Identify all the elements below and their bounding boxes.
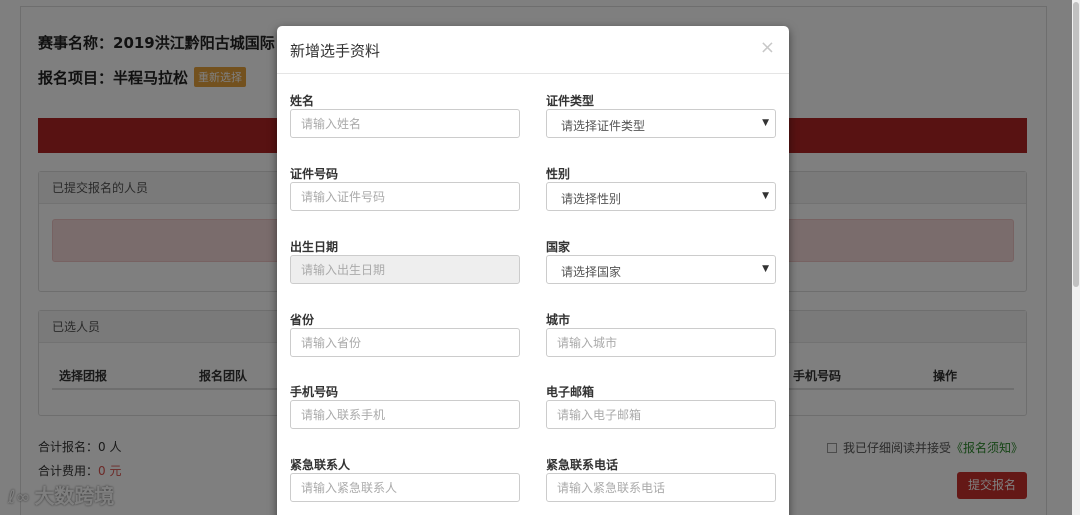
phone-field-group: 手机号码 (290, 385, 520, 429)
city-field-group: 城市 (546, 313, 776, 357)
email-input[interactable] (546, 400, 776, 429)
id-type-select[interactable]: 请选择证件类型 ▼ (546, 109, 776, 138)
birth-date-input[interactable] (290, 255, 520, 284)
id-type-field-group: 证件类型 请选择证件类型 ▼ (546, 94, 776, 138)
caret-down-icon: ▼ (762, 264, 769, 274)
add-player-modal: 新增选手资料 × 姓名 证件类型 请选择证件类型 ▼ 证件号码 性别 请选择性别… (277, 26, 789, 515)
emergency-contact-input[interactable] (290, 473, 520, 502)
id-number-label: 证件号码 (290, 167, 339, 181)
name-input[interactable] (290, 109, 520, 138)
id-number-input[interactable] (290, 182, 520, 211)
email-label: 电子邮箱 (546, 385, 595, 399)
country-selected: 请选择国家 (561, 265, 622, 279)
province-input[interactable] (290, 328, 520, 357)
close-icon[interactable]: × (760, 37, 775, 58)
emergency-phone-label: 紧急联系电话 (546, 458, 619, 472)
country-field-group: 国家 请选择国家 ▼ (546, 240, 776, 284)
id-type-label: 证件类型 (546, 94, 595, 108)
name-label: 姓名 (290, 94, 315, 108)
emergency-phone-field-group: 紧急联系电话 (546, 458, 776, 502)
page-scrollbar[interactable] (1072, 0, 1080, 515)
email-field-group: 电子邮箱 (546, 385, 776, 429)
emergency-contact-field-group: 紧急联系人 (290, 458, 520, 502)
country-select[interactable]: 请选择国家 ▼ (546, 255, 776, 284)
birth-date-field-group: 出生日期 (290, 240, 520, 284)
modal-title: 新增选手资料 (290, 42, 381, 60)
id-type-selected: 请选择证件类型 (561, 119, 646, 133)
gender-field-group: 性别 请选择性别 ▼ (546, 167, 776, 211)
phone-input[interactable] (290, 400, 520, 429)
city-label: 城市 (546, 313, 571, 327)
id-number-field-group: 证件号码 (290, 167, 520, 211)
caret-down-icon: ▼ (762, 191, 769, 201)
gender-label: 性别 (546, 167, 571, 181)
country-label: 国家 (546, 240, 571, 254)
emergency-contact-label: 紧急联系人 (290, 458, 351, 472)
province-label: 省份 (290, 313, 315, 327)
name-field-group: 姓名 (290, 94, 520, 138)
caret-down-icon: ▼ (762, 118, 769, 128)
emergency-phone-input[interactable] (546, 473, 776, 502)
gender-selected: 请选择性别 (561, 192, 622, 206)
province-field-group: 省份 (290, 313, 520, 357)
modal-header: 新增选手资料 × (277, 26, 789, 74)
birth-date-label: 出生日期 (290, 240, 339, 254)
scrollbar-thumb[interactable] (1073, 2, 1079, 287)
gender-select[interactable]: 请选择性别 ▼ (546, 182, 776, 211)
phone-label: 手机号码 (290, 385, 339, 399)
city-input[interactable] (546, 328, 776, 357)
